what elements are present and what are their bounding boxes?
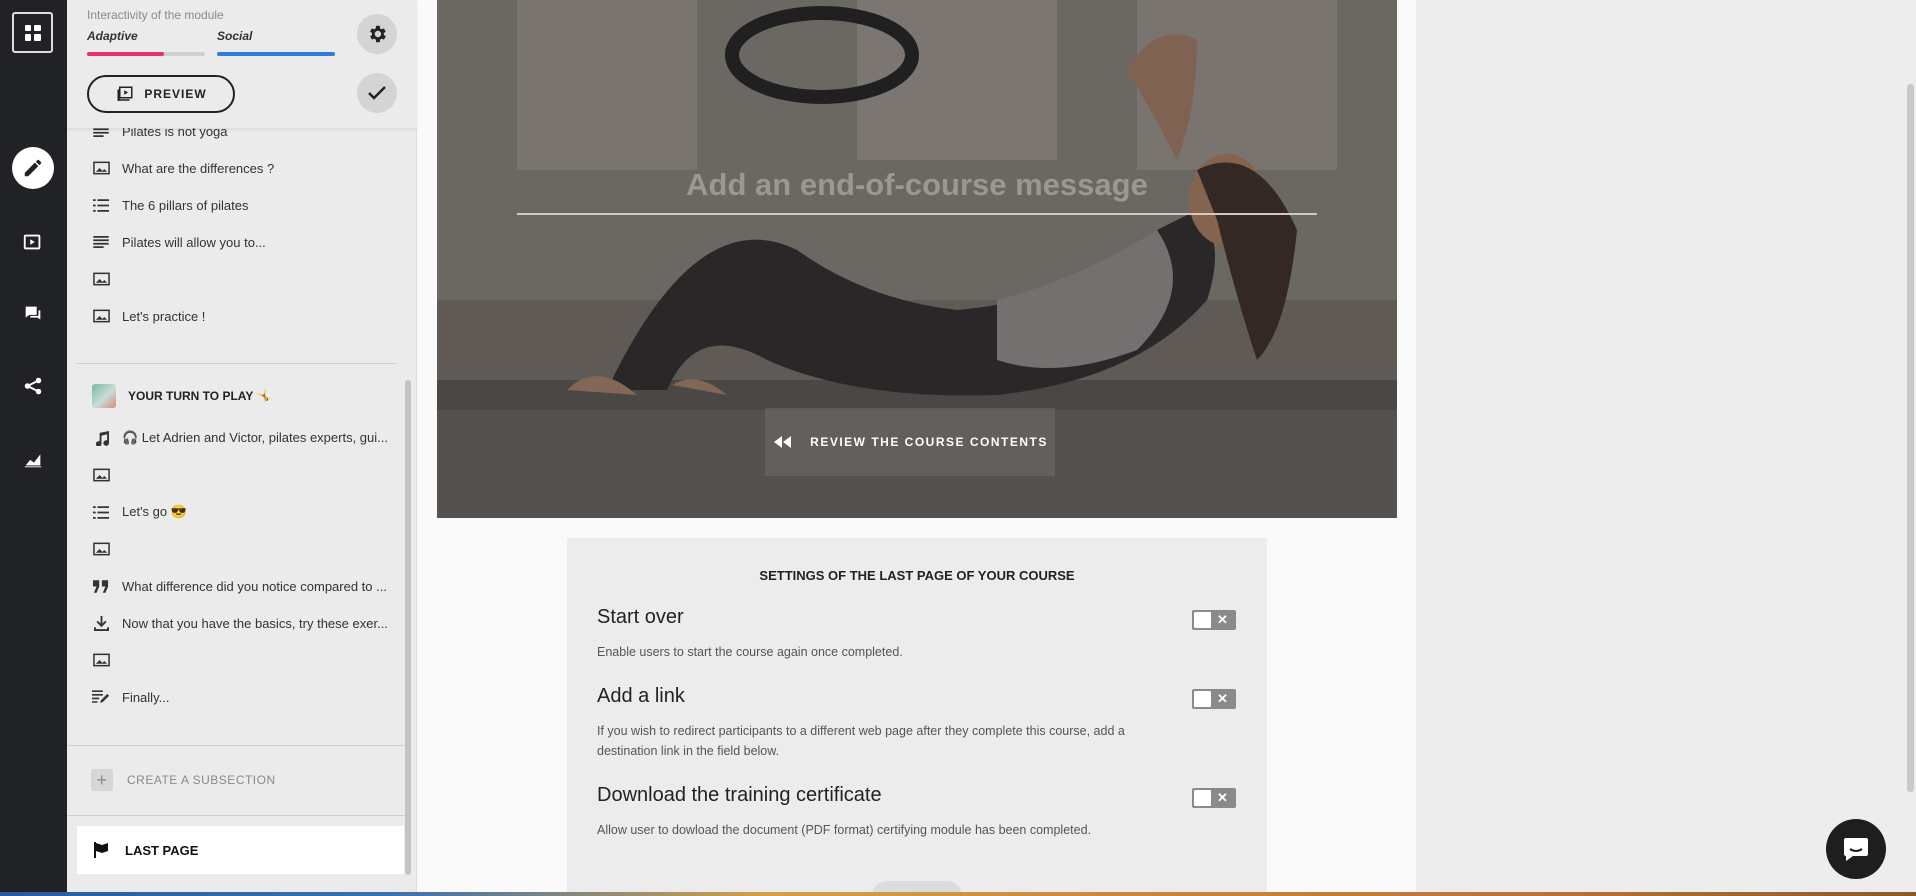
settings-gear-button[interactable] (357, 14, 397, 54)
review-course-button[interactable]: REVIEW THE COURSE CONTENTS (765, 408, 1055, 476)
support-chat-button[interactable] (1826, 819, 1886, 879)
close-icon: ✕ (1217, 612, 1228, 627)
list-item[interactable]: What difference did you notice compared … (92, 576, 387, 596)
list-item[interactable] (92, 465, 122, 485)
item-label: Pilates will allow you to... (122, 234, 266, 250)
last-page-settings: SETTINGS OF THE LAST PAGE OF YOUR COURSE… (567, 538, 1267, 896)
toggle-knob (1194, 691, 1211, 707)
item-label: What are the differences ? (122, 160, 275, 176)
list-item[interactable]: The 6 pillars of pilates (92, 195, 248, 215)
app-rail (0, 0, 67, 896)
adaptive-bar (87, 52, 205, 56)
sidebar-header: Interactivity of the module Adaptive Soc… (67, 0, 417, 128)
list-icon (92, 196, 110, 214)
item-label: 🎧 Let Adrien and Victor, pilates experts… (122, 430, 388, 445)
item-label: Let's go 😎 (122, 504, 187, 519)
section-thumbnail (92, 384, 116, 408)
section-title[interactable]: YOUR TURN TO PLAY 🤸 (92, 384, 271, 408)
validate-check-button[interactable] (357, 73, 397, 113)
list-item[interactable]: 🎧 Let Adrien and Victor, pilates experts… (92, 428, 388, 448)
download-icon (92, 614, 110, 632)
create-subsection-label: CREATE A SUBSECTION (127, 773, 276, 787)
last-page-label: LAST PAGE (125, 842, 199, 858)
interactivity-title: Interactivity of the module (87, 8, 224, 22)
start-over-toggle[interactable]: ✕ (1192, 610, 1236, 630)
item-label: The 6 pillars of pilates (122, 197, 249, 213)
review-course-label: REVIEW THE COURSE CONTENTS (810, 435, 1048, 449)
rewind-icon (774, 436, 792, 448)
add-link-toggle[interactable]: ✕ (1192, 689, 1236, 709)
bottom-taskbar-strip (0, 892, 1916, 896)
toggle-knob (1194, 790, 1211, 806)
adaptive-label: Adaptive (87, 29, 138, 43)
music-note-icon (92, 429, 110, 447)
text-lines-icon (92, 233, 110, 251)
certificate-desc: Allow user to dowload the document (PDF … (597, 823, 1091, 837)
edit-pencil-icon[interactable] (12, 147, 54, 189)
list-item[interactable] (92, 539, 122, 559)
start-over-desc: Enable users to start the course again o… (597, 645, 903, 659)
image-icon (92, 159, 110, 177)
list-item[interactable] (92, 269, 122, 289)
item-label: Let's practice ! (122, 308, 206, 324)
plus-icon: + (91, 769, 113, 791)
add-link-title: Add a link (597, 685, 685, 707)
social-bar-fill (217, 52, 335, 56)
section-divider (67, 815, 407, 816)
preview-icon (117, 86, 133, 101)
page-scrollbar[interactable] (1907, 84, 1914, 792)
settings-title: SETTINGS OF THE LAST PAGE OF YOUR COURSE (759, 568, 1075, 583)
item-label: Now that you have the basics, try these … (122, 615, 388, 631)
last-page-item[interactable]: LAST PAGE (77, 826, 404, 874)
quote-icon (92, 577, 110, 595)
course-outline-sidebar: Interactivity of the module Adaptive Soc… (67, 0, 417, 896)
social-label: Social (217, 29, 253, 43)
chat-bubbles-icon[interactable] (12, 293, 54, 335)
list-item[interactable]: Let's practice ! (92, 306, 205, 326)
create-subsection-button[interactable]: + CREATE A SUBSECTION (91, 769, 276, 791)
gear-icon (370, 25, 386, 43)
main-editor: Add an end-of-course message REVIEW THE … (417, 0, 1416, 896)
list-item[interactable]: Pilates will allow you to... (92, 232, 266, 252)
certificate-title: Download the training certificate (597, 784, 882, 806)
image-icon (92, 466, 110, 484)
close-icon: ✕ (1217, 790, 1228, 805)
edit-note-icon (92, 688, 110, 706)
check-icon (368, 86, 386, 100)
image-icon (92, 540, 110, 558)
item-label: Finally... (122, 689, 170, 705)
certificate-toggle[interactable]: ✕ (1192, 788, 1236, 808)
image-icon (92, 270, 110, 288)
image-icon (92, 651, 110, 669)
flag-icon (93, 842, 109, 858)
list-item[interactable] (92, 650, 122, 670)
list-item[interactable]: Now that you have the basics, try these … (92, 613, 388, 633)
section-divider (67, 745, 407, 746)
end-of-course-hero: Add an end-of-course message REVIEW THE … (437, 0, 1397, 518)
list-icon (92, 503, 110, 521)
add-link-desc: If you wish to redirect participants to … (597, 724, 1125, 758)
sidebar-scrollbar[interactable] (405, 380, 411, 875)
preview-button[interactable]: PREVIEW (87, 75, 235, 113)
preview-label: PREVIEW (144, 87, 207, 101)
app-grid-icon[interactable] (12, 12, 53, 53)
end-message-input[interactable]: Add an end-of-course message (517, 167, 1317, 215)
adaptive-bar-fill (87, 52, 164, 56)
close-icon: ✕ (1217, 691, 1228, 706)
share-icon[interactable] (12, 365, 54, 407)
social-bar (217, 52, 335, 56)
chat-icon (1844, 838, 1868, 861)
analytics-chart-icon[interactable] (12, 438, 54, 480)
list-item[interactable]: Finally... (92, 687, 169, 707)
start-over-title: Start over (597, 606, 684, 628)
image-icon (92, 307, 110, 325)
item-label: What difference did you notice compared … (122, 578, 387, 594)
preview-play-icon[interactable] (12, 221, 54, 263)
right-panel (1416, 0, 1916, 896)
list-item[interactable]: Let's go 😎 (92, 502, 187, 522)
section-divider (77, 363, 397, 364)
toggle-knob (1194, 612, 1211, 628)
list-item[interactable]: What are the differences ? (92, 158, 274, 178)
section-title-label: YOUR TURN TO PLAY 🤸 (128, 389, 272, 403)
